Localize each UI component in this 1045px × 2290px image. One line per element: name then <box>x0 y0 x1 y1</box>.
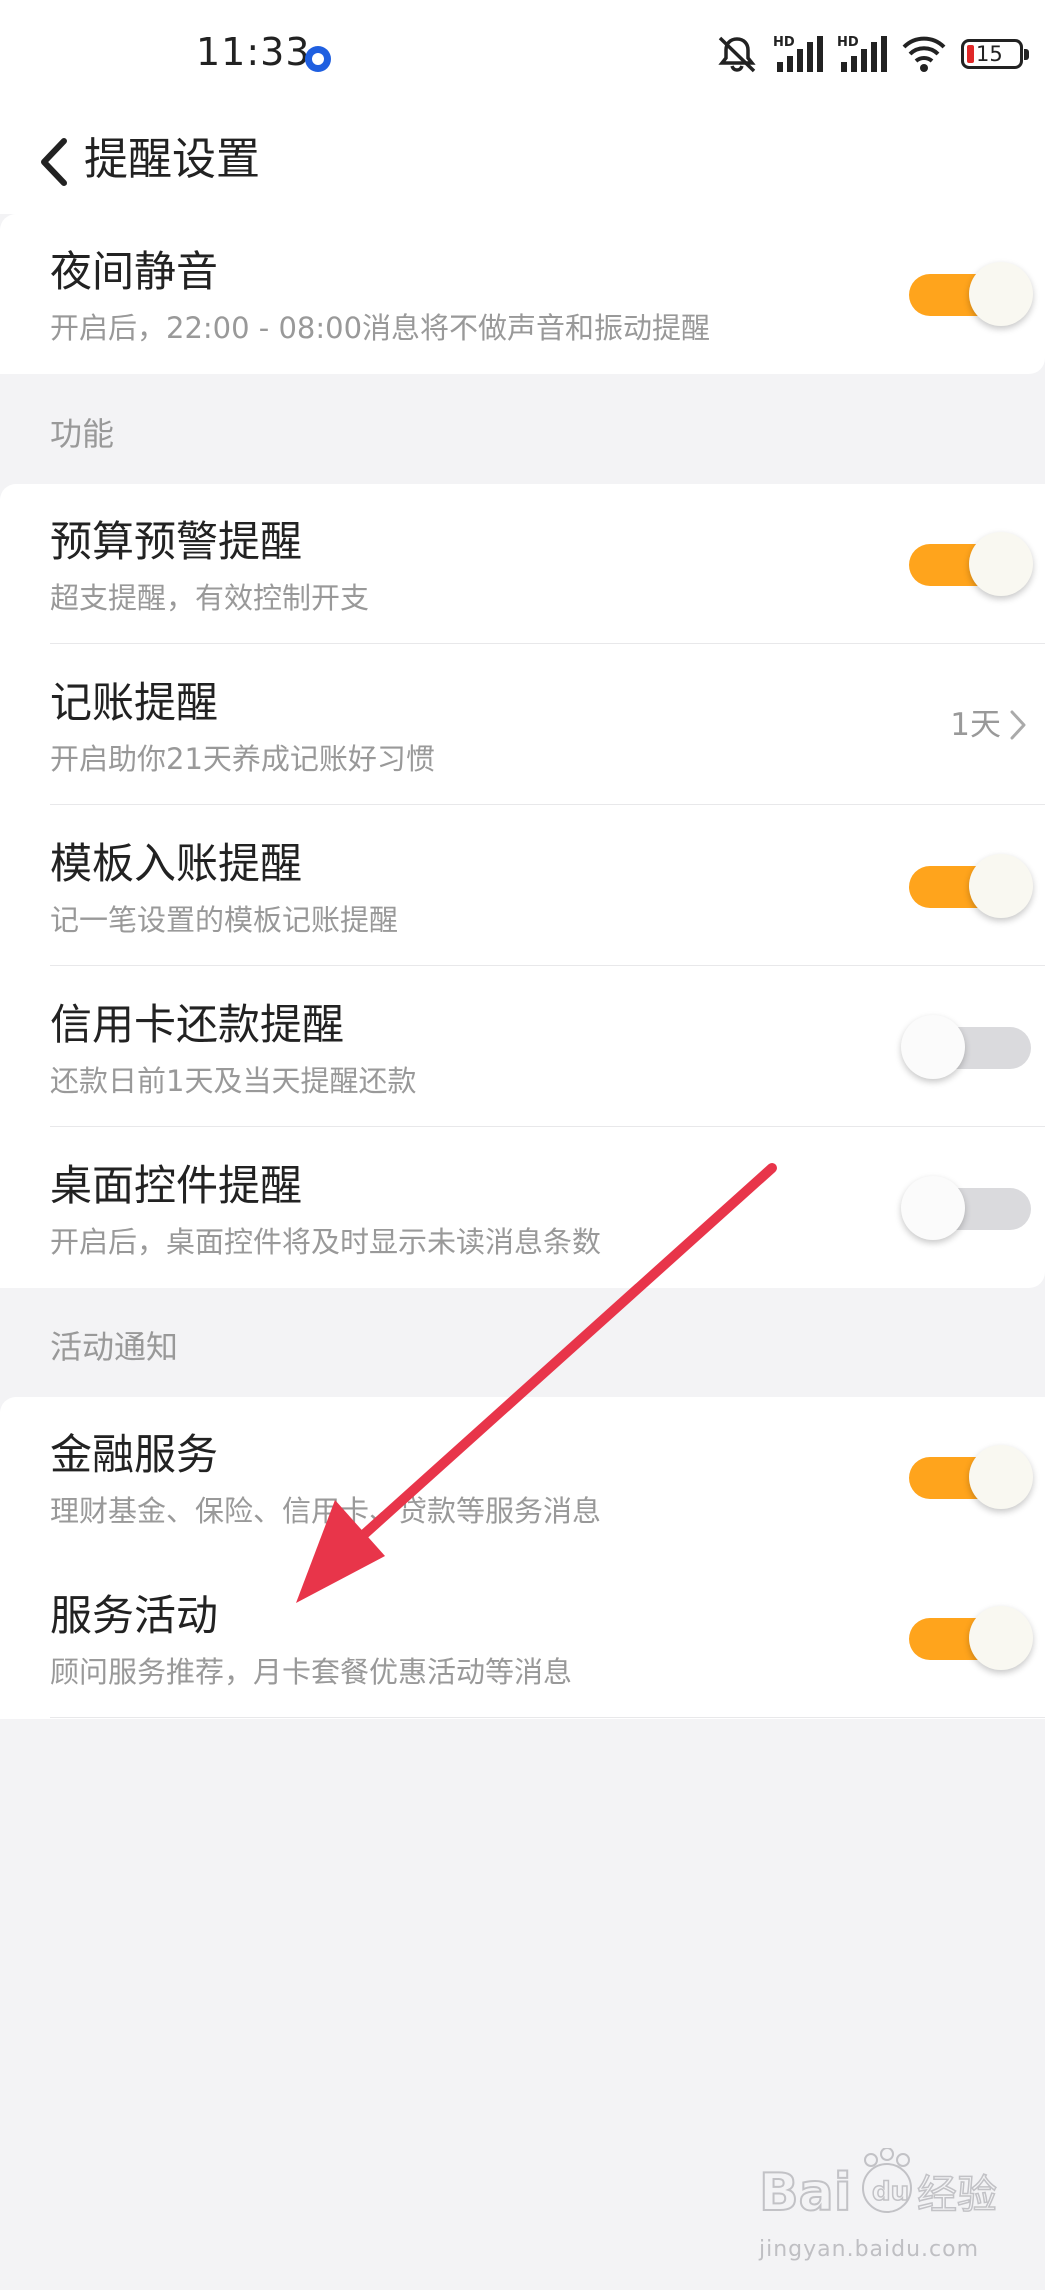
toggle-knob <box>969 854 1033 918</box>
credit-card-repayment-toggle[interactable] <box>901 1015 1033 1079</box>
setting-row-desktop-widget: 桌面控件提醒 开启后，桌面控件将及时显示未读消息条数 <box>0 1128 1045 1288</box>
divider <box>50 965 1045 966</box>
setting-row-financial-services: 金融服务 理财基金、保险、信用卡、贷款等服务消息 <box>0 1397 1045 1557</box>
toggle-knob <box>969 1606 1033 1670</box>
setting-title: 桌面控件提醒 <box>50 1161 303 1210</box>
page-header: 提醒设置 <box>0 110 1045 214</box>
setting-subtitle: 开启助你21天养成记账好习惯 <box>50 742 435 776</box>
status-bar: 11:33 HD HD 15 <box>0 0 1045 110</box>
setting-title: 模板入账提醒 <box>50 839 303 888</box>
features-card: 预算预警提醒 超支提醒，有效控制开支 记账提醒 开启助你21天养成记账好习惯 1… <box>0 484 1045 1288</box>
setting-row-bookkeeping-reminder[interactable]: 记账提醒 开启助你21天养成记账好习惯 1天 <box>0 645 1045 805</box>
night-mute-card: 夜间静音 开启后，22:00 - 08:00消息将不做声音和振动提醒 <box>0 214 1045 374</box>
setting-row-service-activities: 服务活动 顾问服务推荐，月卡套餐优惠活动等消息 <box>0 1558 1045 1718</box>
setting-title: 金融服务 <box>50 1430 219 1479</box>
page-title: 提醒设置 <box>84 134 260 185</box>
battery-level <box>967 45 974 63</box>
divider <box>50 804 1045 805</box>
svg-text:HD: HD <box>837 35 859 50</box>
toggle-knob <box>969 262 1033 326</box>
toggle-knob <box>969 1445 1033 1509</box>
battery-text: 15 <box>976 42 1003 66</box>
service-activities-toggle[interactable] <box>901 1606 1033 1670</box>
setting-subtitle: 开启后，桌面控件将及时显示未读消息条数 <box>50 1225 602 1259</box>
svg-text:HD: HD <box>773 35 795 50</box>
watermark-brand: Bai <box>759 2163 852 2223</box>
setting-subtitle: 开启后，22:00 - 08:00消息将不做声音和振动提醒 <box>50 311 711 345</box>
setting-title: 记账提醒 <box>50 678 219 727</box>
watermark-logo: Bai du 经验 jingyan.baidu.com <box>759 2142 1009 2262</box>
chevron-left-icon <box>41 138 67 186</box>
battery-icon: 15 <box>961 39 1029 69</box>
toggle-knob <box>969 532 1033 596</box>
setting-title: 预算预警提醒 <box>50 517 303 566</box>
signal-hd-icon-2: HD <box>837 35 887 72</box>
budget-alert-toggle[interactable] <box>901 532 1033 596</box>
setting-row-credit-card-repayment: 信用卡还款提醒 还款日前1天及当天提醒还款 <box>0 967 1045 1127</box>
financial-services-toggle[interactable] <box>901 1445 1033 1509</box>
template-entry-toggle[interactable] <box>901 854 1033 918</box>
divider <box>50 1126 1045 1127</box>
reminder-interval-value: 1天 <box>950 707 1001 743</box>
setting-row-budget-alert: 预算预警提醒 超支提醒，有效控制开支 <box>0 484 1045 644</box>
toggle-knob <box>901 1176 965 1240</box>
divider <box>50 1717 1045 1718</box>
reminder-interval[interactable]: 1天 <box>950 703 1027 747</box>
signal-hd-icon-1: HD <box>773 35 823 72</box>
location-indicator-icon <box>305 46 331 72</box>
wifi-icon <box>902 36 946 72</box>
setting-subtitle: 超支提醒，有效控制开支 <box>50 581 370 615</box>
setting-title: 夜间静音 <box>50 247 219 296</box>
night-mute-toggle[interactable] <box>901 262 1033 326</box>
status-icons: HD HD 15 <box>715 34 1029 74</box>
section-label-activity: 活动通知 <box>50 1328 179 1366</box>
activity-card: 金融服务 理财基金、保险、信用卡、贷款等服务消息 服务活动 顾问服务推荐，月卡套… <box>0 1397 1045 1719</box>
desktop-widget-toggle[interactable] <box>901 1176 1033 1240</box>
setting-row-template-entry: 模板入账提醒 记一笔设置的模板记账提醒 <box>0 806 1045 966</box>
mute-bell-icon <box>718 36 756 73</box>
chevron-right-icon <box>1010 710 1026 740</box>
divider <box>50 643 1045 644</box>
setting-subtitle: 理财基金、保险、信用卡、贷款等服务消息 <box>50 1494 602 1528</box>
setting-subtitle: 还款日前1天及当天提醒还款 <box>50 1064 417 1098</box>
section-label-features: 功能 <box>50 415 115 453</box>
watermark-url: jingyan.baidu.com <box>759 2237 980 2262</box>
setting-title: 信用卡还款提醒 <box>50 1000 345 1049</box>
back-button[interactable] <box>26 130 82 194</box>
status-time: 11:33 <box>196 30 311 74</box>
toggle-knob <box>901 1015 965 1079</box>
setting-subtitle: 顾问服务推荐，月卡套餐优惠活动等消息 <box>50 1655 573 1689</box>
baidu-paw-icon: Bai du 经验 <box>759 2148 998 2224</box>
setting-subtitle: 记一笔设置的模板记账提醒 <box>50 903 399 937</box>
setting-row-night-mute: 夜间静音 开启后，22:00 - 08:00消息将不做声音和振动提醒 <box>0 214 1045 374</box>
watermark-brand-cn: 经验 <box>917 2172 997 2218</box>
setting-title: 服务活动 <box>50 1591 219 1640</box>
watermark-brand-suffix: du <box>872 2177 909 2207</box>
